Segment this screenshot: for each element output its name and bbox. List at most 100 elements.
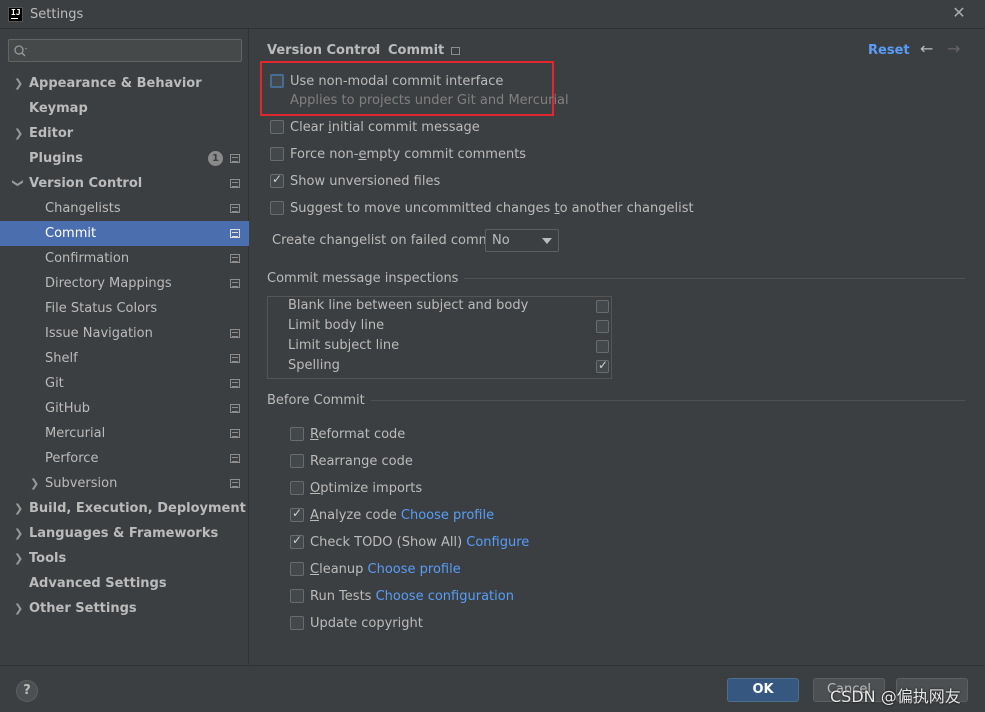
label-part: Rearran [310, 454, 362, 469]
ok-button[interactable]: OK [727, 678, 799, 702]
label-part: Run Tests [310, 589, 372, 604]
label-part: eformat code [318, 427, 406, 442]
sidebar-item-label: Keymap [29, 101, 88, 116]
help-button[interactable]: ? [16, 680, 38, 702]
reset-link[interactable]: Reset [868, 43, 910, 58]
sidebar-item-subversion[interactable]: ❯ Subversion [0, 471, 249, 496]
sidebar-item-label: GitHub [45, 401, 91, 416]
force-nonempty-checkbox[interactable] [270, 147, 284, 161]
reformat-code-label: Reformat code [310, 427, 405, 442]
inspection-row[interactable]: Blank line between subject and body [268, 297, 611, 317]
sidebar-item-confirmation[interactable]: Confirmation [0, 246, 249, 271]
sidebar-item-build[interactable]: ❯ Build, Execution, Deployment [0, 496, 249, 521]
check-todo-label: Check TODO (Show All) Configure [310, 535, 529, 550]
close-icon[interactable]: ✕ [950, 4, 968, 22]
project-settings-icon [230, 154, 240, 163]
check-todo-checkbox[interactable] [290, 533, 304, 549]
sidebar-item-commit[interactable]: Commit [0, 221, 249, 246]
settings-search[interactable] [8, 39, 242, 62]
breadcrumb-version-control[interactable]: Version Control [267, 43, 380, 58]
choose-configuration-link[interactable]: Choose configuration [376, 589, 514, 604]
run-tests-checkbox[interactable] [290, 589, 304, 603]
inspection-label: Blank line between subject and body [288, 298, 529, 313]
sidebar-item-label: Advanced Settings [29, 576, 167, 591]
sidebar-item-version-control[interactable]: ❯ Version Control [0, 171, 249, 196]
label-part: o another changelist [559, 201, 694, 216]
sidebar-item-label: File Status Colors [45, 301, 158, 316]
sidebar-item-mercurial[interactable]: Mercurial [0, 421, 249, 446]
optimize-imports-label: Optimize imports [310, 481, 422, 496]
show-unversioned-label: Show unversioned files [290, 174, 441, 189]
choose-profile-link[interactable]: Choose profile [368, 562, 461, 577]
project-settings-icon [230, 179, 240, 188]
inspection-checkbox[interactable] [596, 300, 609, 313]
inspection-checkbox[interactable] [596, 340, 609, 353]
sidebar-item-appearance[interactable]: ❯ Appearance & Behavior [0, 71, 249, 96]
inspection-checkbox[interactable] [596, 358, 609, 373]
suggest-move-label: Suggest to move uncommitted changes to a… [290, 201, 694, 216]
forward-arrow-icon[interactable]: → [947, 39, 960, 58]
project-settings-icon [230, 229, 240, 238]
failed-commit-label: Create changelist on failed commit: [272, 233, 505, 248]
update-copyright-checkbox[interactable] [290, 616, 304, 630]
sidebar-item-label: Perforce [45, 451, 99, 466]
sidebar-item-directory-mappings[interactable]: Directory Mappings [0, 271, 249, 296]
failed-commit-dropdown[interactable]: No [485, 229, 559, 252]
back-arrow-icon[interactable]: ← [920, 39, 933, 58]
inspection-row[interactable]: Spelling [268, 357, 611, 377]
sidebar-item-perforce[interactable]: Perforce [0, 446, 249, 471]
cleanup-checkbox[interactable] [290, 562, 304, 576]
sidebar-item-keymap[interactable]: Keymap [0, 96, 249, 121]
inspection-checkbox[interactable] [596, 320, 609, 333]
rearrange-code-label: Rearrange code [310, 454, 413, 469]
search-input[interactable] [35, 42, 235, 59]
inspection-label: Limit subject line [288, 338, 400, 353]
intellij-app-icon: IJ [8, 7, 23, 22]
update-copyright-label: Update copyright [310, 616, 423, 631]
chevron-right-icon: ❯ [14, 77, 24, 90]
force-nonempty-label: Force non-empty commit comments [290, 147, 526, 162]
chevron-right-icon: ❯ [14, 502, 24, 515]
configure-link[interactable]: Configure [466, 535, 529, 550]
choose-profile-link[interactable]: Choose profile [401, 508, 494, 523]
label-part: nitial commit message [331, 120, 480, 135]
label-part: leanup [319, 562, 364, 577]
sidebar-item-issue-navigation[interactable]: Issue Navigation [0, 321, 249, 346]
project-settings-icon [230, 379, 240, 388]
sidebar-item-shelf[interactable]: Shelf [0, 346, 249, 371]
sidebar-item-git[interactable]: Git [0, 371, 249, 396]
sidebar-item-other[interactable]: ❯ Other Settings [0, 596, 249, 621]
sidebar-item-changelists[interactable]: Changelists [0, 196, 249, 221]
sidebar-item-tools[interactable]: ❯ Tools [0, 546, 249, 571]
sidebar-item-file-status-colors[interactable]: File Status Colors [0, 296, 249, 321]
non-modal-label: Use non-modal commit interface [290, 74, 504, 89]
sidebar-item-editor[interactable]: ❯ Editor [0, 121, 249, 146]
csdn-watermark: CSDN @偏执网友 [830, 687, 961, 706]
label-part: e code [369, 454, 413, 469]
inspection-row[interactable]: Limit body line [268, 317, 611, 337]
label-part: Check TODO (Show All) [310, 535, 463, 550]
chevron-right-icon: ❯ [14, 127, 24, 140]
clear-initial-message-checkbox[interactable] [270, 120, 284, 134]
show-unversioned-checkbox[interactable] [270, 172, 284, 188]
window-title: Settings [30, 7, 84, 22]
analyze-code-checkbox[interactable] [290, 506, 304, 522]
sidebar-item-languages[interactable]: ❯ Languages & Frameworks [0, 521, 249, 546]
optimize-imports-checkbox[interactable] [290, 481, 304, 495]
sidebar-item-label: Appearance & Behavior [29, 76, 202, 91]
inspection-row[interactable]: Limit subject line [268, 337, 611, 357]
sidebar-item-advanced[interactable]: Advanced Settings [0, 571, 249, 596]
sidebar-item-plugins[interactable]: Plugins 1 [0, 146, 249, 171]
project-settings-icon [230, 454, 240, 463]
sidebar-item-github[interactable]: GitHub [0, 396, 249, 421]
rearrange-code-checkbox[interactable] [290, 454, 304, 468]
plugins-update-badge: 1 [208, 151, 223, 166]
non-modal-checkbox[interactable] [270, 74, 284, 88]
suggest-move-checkbox[interactable] [270, 201, 284, 215]
breadcrumb-commit: Commit [388, 43, 445, 58]
cleanup-label: Cleanup Choose profile [310, 562, 461, 577]
reformat-code-checkbox[interactable] [290, 427, 304, 441]
non-modal-hint: Applies to projects under Git and Mercur… [290, 93, 569, 108]
sidebar-item-label: Confirmation [45, 251, 130, 266]
mnemonic: A [310, 508, 319, 523]
